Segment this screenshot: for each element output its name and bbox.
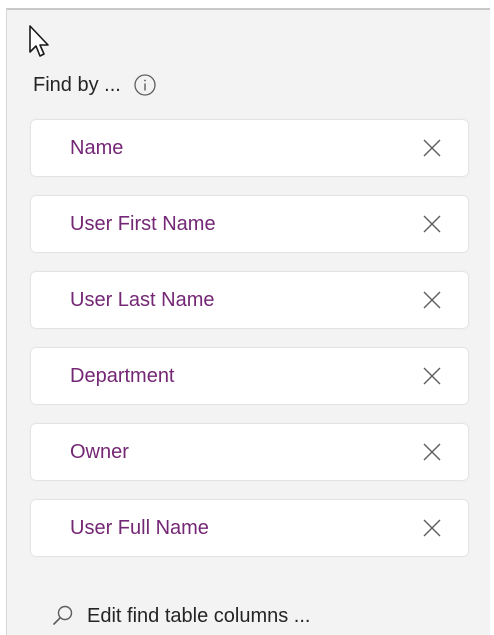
remove-field-button[interactable] [418, 438, 446, 466]
remove-field-button[interactable] [418, 210, 446, 238]
search-icon [53, 605, 73, 625]
find-field-item[interactable]: Department [31, 348, 468, 404]
field-label: User Full Name [70, 516, 209, 539]
close-icon [423, 367, 441, 385]
remove-field-button[interactable] [418, 362, 446, 390]
find-field-item[interactable]: Name [31, 120, 468, 176]
close-icon [423, 519, 441, 537]
edit-find-columns-label: Edit find table columns ... [87, 604, 311, 627]
close-icon [423, 443, 441, 461]
close-icon [423, 139, 441, 157]
find-by-heading: Find by ... [33, 70, 157, 100]
find-field-item[interactable]: User Full Name [31, 500, 468, 556]
find-by-label: Find by ... [33, 73, 121, 96]
find-by-panel: Find by ... Name User First Name User La… [6, 8, 490, 635]
edit-find-columns-link[interactable]: Edit find table columns ... [51, 601, 310, 631]
find-field-item[interactable]: Owner [31, 424, 468, 480]
remove-field-button[interactable] [418, 134, 446, 162]
remove-field-button[interactable] [418, 514, 446, 542]
remove-field-button[interactable] [418, 286, 446, 314]
info-icon[interactable] [133, 73, 157, 97]
field-label: User Last Name [70, 288, 215, 311]
mouse-pointer-icon [29, 25, 49, 57]
field-label: User First Name [70, 212, 216, 235]
find-field-list: Name User First Name User Last Name Depa… [31, 120, 468, 576]
field-label: Department [70, 364, 175, 387]
close-icon [423, 291, 441, 309]
find-field-item[interactable]: User Last Name [31, 272, 468, 328]
field-label: Name [70, 136, 124, 159]
close-icon [423, 215, 441, 233]
find-field-item[interactable]: User First Name [31, 196, 468, 252]
field-label: Owner [70, 440, 129, 463]
